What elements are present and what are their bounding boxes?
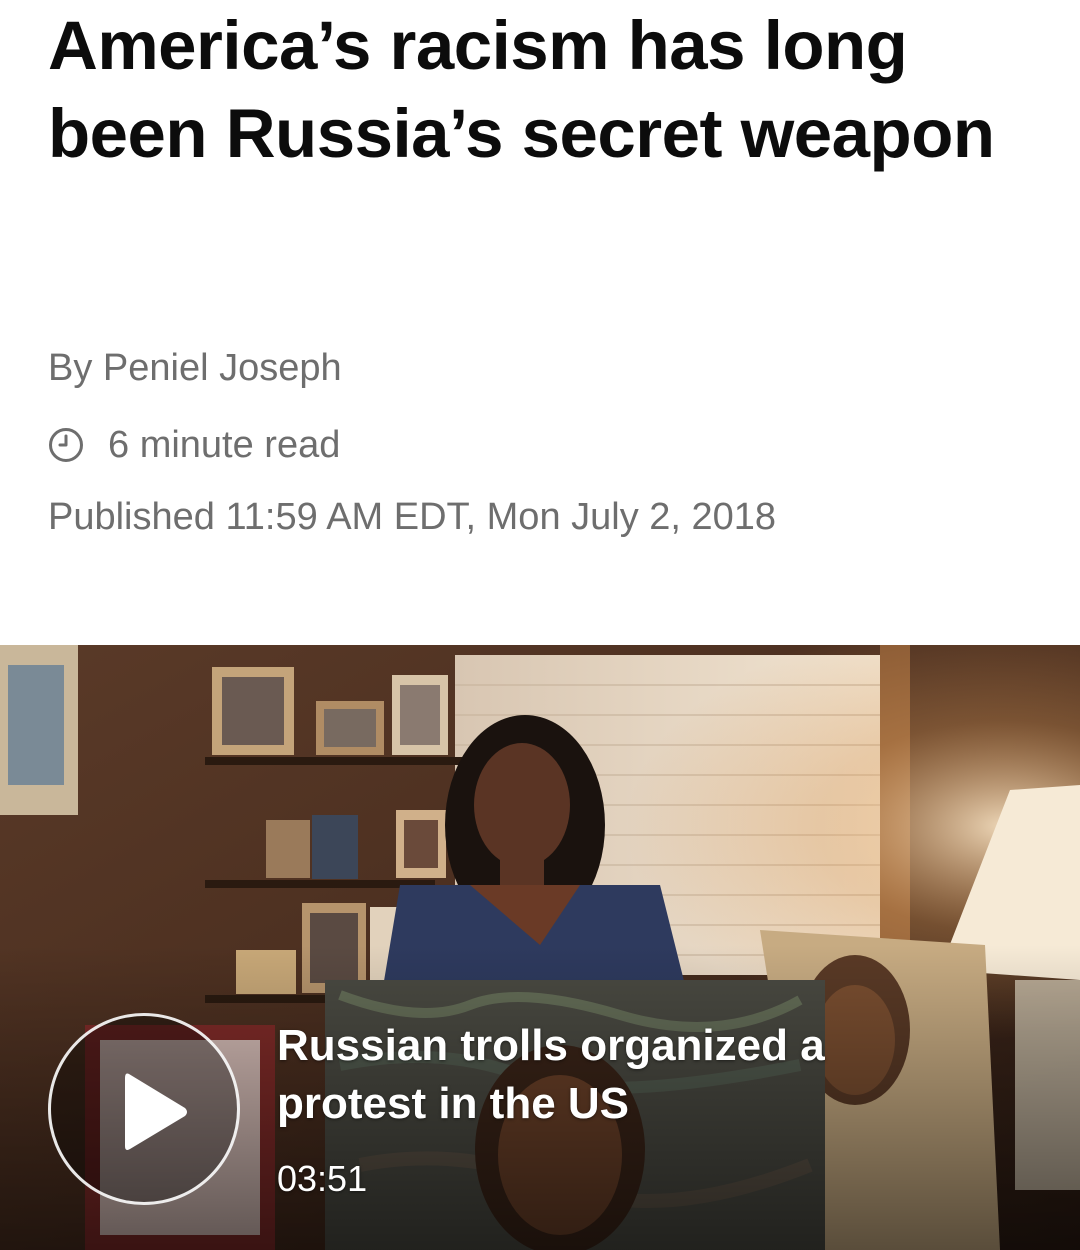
play-button[interactable] <box>48 1013 240 1205</box>
article-byline[interactable]: By Peniel Joseph <box>48 345 342 391</box>
article-page: America’s racism has long been Russia’s … <box>0 0 1080 1250</box>
video-duration: 03:51 <box>277 1158 368 1199</box>
article-headline: America’s racism has long been Russia’s … <box>48 7 995 172</box>
play-icon <box>125 1073 187 1150</box>
publish-date: Published 11:59 AM EDT, Mon July 2, 2018 <box>48 496 777 538</box>
video-title[interactable]: Russian trolls organized a protest in th… <box>277 1017 977 1133</box>
video-player[interactable]: Russian trolls organized a protest in th… <box>0 645 1080 1250</box>
clock-icon <box>48 427 84 463</box>
read-time: 6 minute read <box>48 422 340 468</box>
read-time-label: 6 minute read <box>108 423 341 466</box>
